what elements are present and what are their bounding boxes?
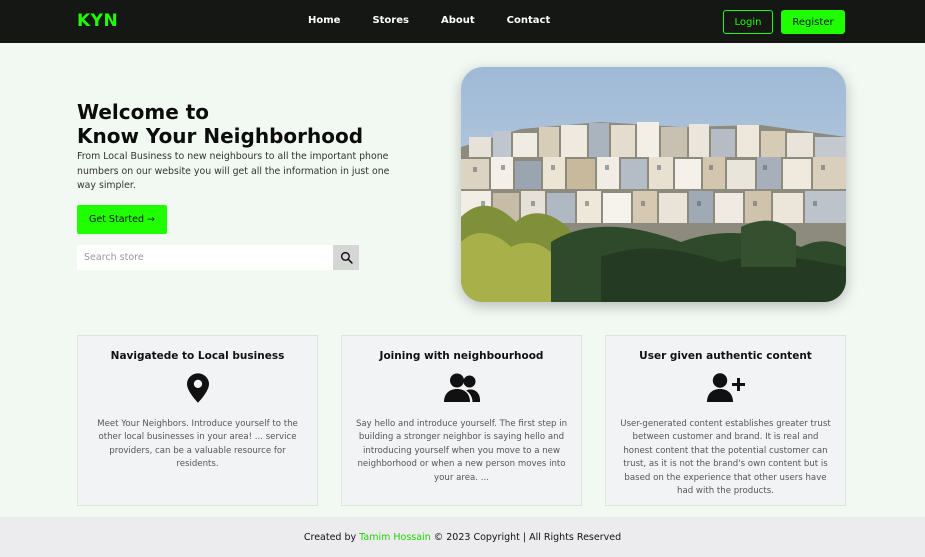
card-title: User given authentic content — [639, 350, 812, 362]
footer-copyright: © 2023 Copyright | All Rights Reserved — [430, 531, 622, 543]
register-button[interactable]: Register — [781, 10, 845, 34]
hero-image — [461, 67, 846, 302]
user-plus-icon — [606, 372, 845, 404]
users-icon — [342, 372, 581, 404]
nav-link-contact[interactable]: Contact — [507, 15, 551, 26]
card-title: Joining with neighbourhood — [379, 350, 544, 362]
login-button[interactable]: Login — [723, 10, 773, 34]
search-input[interactable] — [77, 245, 333, 270]
nav-links: Home Stores About Contact — [308, 15, 582, 26]
hero-title-line2: Know Your Neighborhood — [77, 124, 364, 148]
location-pin-icon — [78, 372, 317, 404]
get-started-button[interactable]: Get Started → — [77, 205, 167, 234]
hero-title-line1: Welcome to — [77, 100, 210, 124]
card-text: Meet Your Neighbors. Introduce yourself … — [97, 419, 298, 470]
card-title: Navigatede to Local business — [110, 350, 285, 362]
footer: Created by Tamim Hossain © 2023 Copyrigh… — [0, 517, 925, 557]
search-bar — [77, 245, 359, 270]
logo[interactable]: KYN — [77, 11, 118, 31]
nav-link-stores[interactable]: Stores — [372, 15, 409, 26]
navbar: KYN Home Stores About Contact Login Regi… — [0, 0, 925, 43]
footer-prefix: Created by — [303, 531, 360, 543]
footer-author: Tamim Hossain — [359, 531, 431, 543]
nav-link-about[interactable]: About — [441, 15, 475, 26]
nav-link-home[interactable]: Home — [308, 15, 340, 26]
feature-card-authentic-content: User given authentic content User-genera… — [605, 335, 846, 506]
search-button[interactable] — [333, 245, 359, 270]
card-text: Say hello and introduce yourself. The fi… — [355, 419, 568, 483]
hero-title: Welcome to Know Your Neighborhood — [77, 100, 437, 148]
feature-card-local-business: Navigatede to Local business Meet Your N… — [77, 335, 318, 506]
search-icon — [340, 251, 353, 264]
hero-description: From Local Business to new neighbours to… — [77, 151, 390, 191]
feature-card-neighbourhood: Joining with neighbourhood Say hello and… — [341, 335, 582, 506]
card-text: User-generated content establishes great… — [620, 419, 831, 497]
